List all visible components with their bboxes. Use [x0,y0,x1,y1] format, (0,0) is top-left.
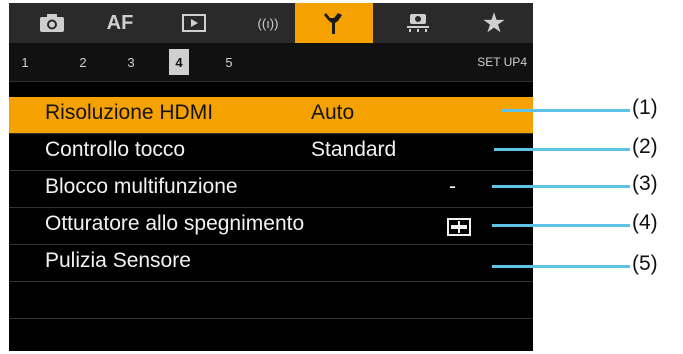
callout-line-3 [492,185,630,188]
tab-shooting[interactable] [19,3,85,43]
wireless-icon: ((ı)) [257,15,279,31]
callout-line-5 [492,265,630,268]
menu-item-multi-function-lock[interactable]: Blocco multifunzione - [9,171,533,208]
page-2[interactable]: 2 [73,49,93,75]
tab-playback[interactable] [161,3,227,43]
tab-wireless[interactable]: ((ı)) [235,3,301,43]
callout-number-4: (4) [632,211,658,234]
menu-item-label: Pulizia Sensore [45,249,191,272]
tab-custom-functions[interactable] [385,3,451,43]
menu-item-empty [9,282,533,319]
menu-item-value: Standard [311,138,397,161]
menu-item-label: Otturatore allo spegnimento [45,212,305,235]
camera-menu-screen: AF ((ı)) ★ 1 2 3 4 5 SET UP4 Risoluzione… [9,3,533,351]
menu-item-touch-control[interactable]: Controllo tocco Standard [9,134,533,171]
menu-tab-bar: AF ((ı)) ★ [9,3,533,43]
page-1[interactable]: 1 [15,49,35,75]
tab-my-menu[interactable]: ★ [461,3,527,43]
menu-item-hdmi-resolution[interactable]: Risoluzione HDMI Auto [9,97,533,134]
callout-number-5: (5) [632,252,658,275]
callout-number-2: (2) [632,135,658,158]
page-indicator-bar: 1 2 3 4 5 SET UP4 [9,43,533,82]
callout-line-4 [492,224,630,227]
menu-item-value: - [449,175,456,198]
menu-item-label: Blocco multifunzione [45,175,238,198]
page-4[interactable]: 4 [169,49,189,75]
menu-item-shutter-at-power-off[interactable]: Otturatore allo spegnimento [9,208,533,245]
tab-af-label: AF [106,11,134,34]
menu-item-sensor-cleaning[interactable]: Pulizia Sensore [9,245,533,282]
menu-item-label: Controllo tocco [45,138,186,161]
callout-number-3: (3) [632,172,658,195]
page-3[interactable]: 3 [121,49,141,75]
wrench-icon [324,13,342,34]
playback-icon [182,14,206,32]
menu-item-label: Risoluzione HDMI [45,101,214,124]
callout-line-1 [502,109,630,112]
page-id-label: SET UP4 [477,55,527,69]
page-5[interactable]: 5 [219,49,239,75]
callout-line-2 [494,148,630,151]
camera-icon [40,14,64,32]
shutter-icon [447,218,471,242]
tab-af[interactable]: AF [87,3,153,43]
star-icon: ★ [483,9,505,37]
menu-item-value: Auto [311,101,355,124]
custom-function-icon [407,14,429,32]
callout-number-1: (1) [632,96,658,119]
tab-setup[interactable] [295,3,373,43]
